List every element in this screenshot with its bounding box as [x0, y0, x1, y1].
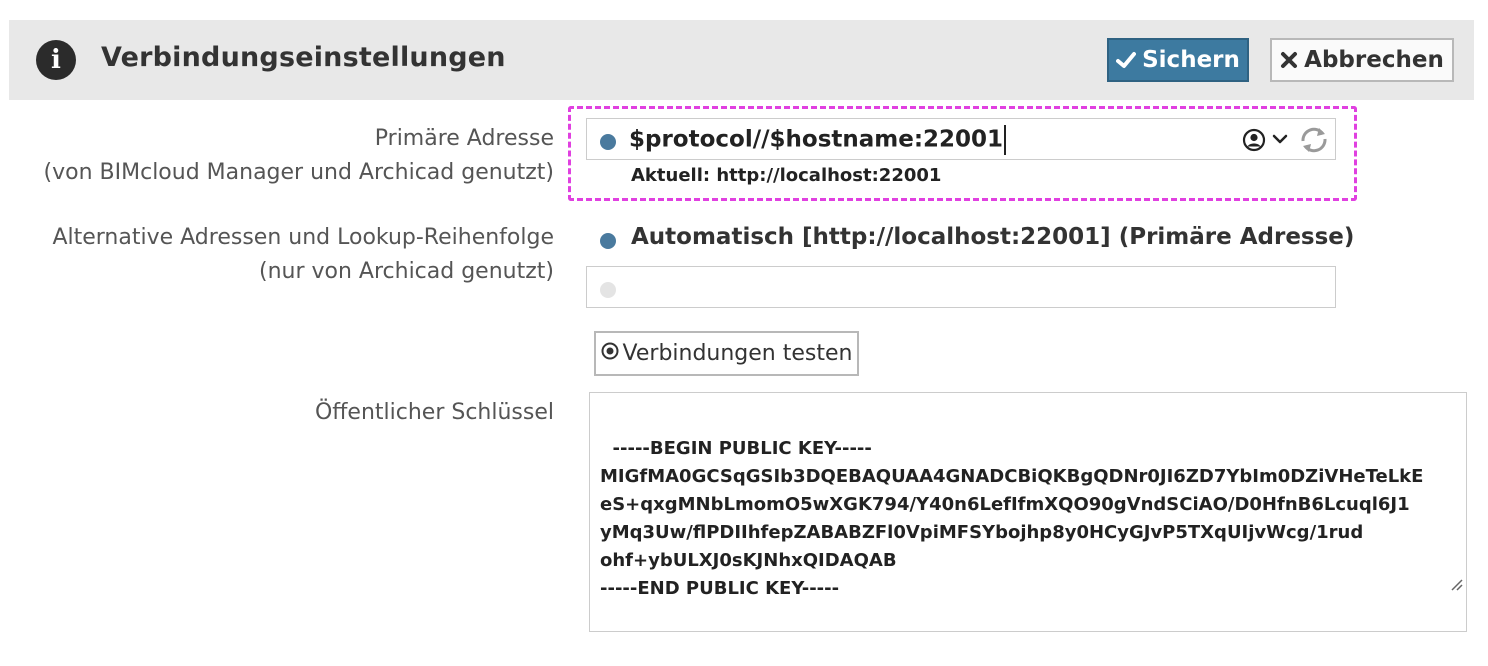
user-circle-icon[interactable]: [1242, 128, 1266, 156]
status-dot: [600, 134, 616, 150]
chevron-down-icon[interactable]: [1271, 130, 1289, 152]
checkmark-icon: [1116, 51, 1137, 69]
automatic-address-text: Automatisch [http://localhost:22001] (Pr…: [631, 224, 1355, 250]
primary-address-label: Primäre Adresse: [374, 126, 554, 151]
automatic-dot: [600, 233, 616, 249]
refresh-icon[interactable]: [1297, 124, 1331, 160]
public-key-label: Öffentlicher Schlüssel: [314, 400, 554, 425]
primary-address-sublabel: (von BIMcloud Manager und Archicad genut…: [43, 160, 554, 185]
save-label: Sichern: [1142, 47, 1240, 73]
empty-status-dot: [600, 282, 616, 298]
primary-address-value: $protocol//$hostname:22001: [629, 125, 1007, 155]
public-key-textarea[interactable]: -----BEGIN PUBLIC KEY----- MIGfMA0GCSqGS…: [589, 392, 1467, 632]
cancel-label: Abbrechen: [1304, 47, 1444, 73]
test-connections-label: Verbindungen testen: [622, 341, 853, 366]
page-title: Verbindungseinstellungen: [101, 42, 506, 73]
alternative-address-input[interactable]: [586, 266, 1336, 308]
dialog-header: i Verbindungseinstellungen Sichern Abbre…: [9, 20, 1474, 100]
cancel-button[interactable]: Abbrechen: [1270, 38, 1454, 82]
current-address-text: Aktuell: http://localhost:22001: [631, 165, 942, 186]
alternative-address-sublabel: (nur von Archicad genutzt): [259, 259, 554, 284]
save-button[interactable]: Sichern: [1107, 38, 1249, 82]
test-connections-button[interactable]: Verbindungen testen: [594, 331, 859, 376]
radio-target-icon: [601, 341, 619, 366]
close-icon: [1280, 51, 1298, 69]
public-key-value: -----BEGIN PUBLIC KEY----- MIGfMA0GCSqGS…: [600, 438, 1424, 599]
info-icon: i: [36, 40, 76, 80]
primary-address-input[interactable]: $protocol//$hostname:22001: [586, 118, 1336, 160]
resize-grip-icon[interactable]: [1423, 545, 1464, 629]
alternative-address-label: Alternative Adressen und Lookup-Reihenfo…: [52, 225, 554, 250]
